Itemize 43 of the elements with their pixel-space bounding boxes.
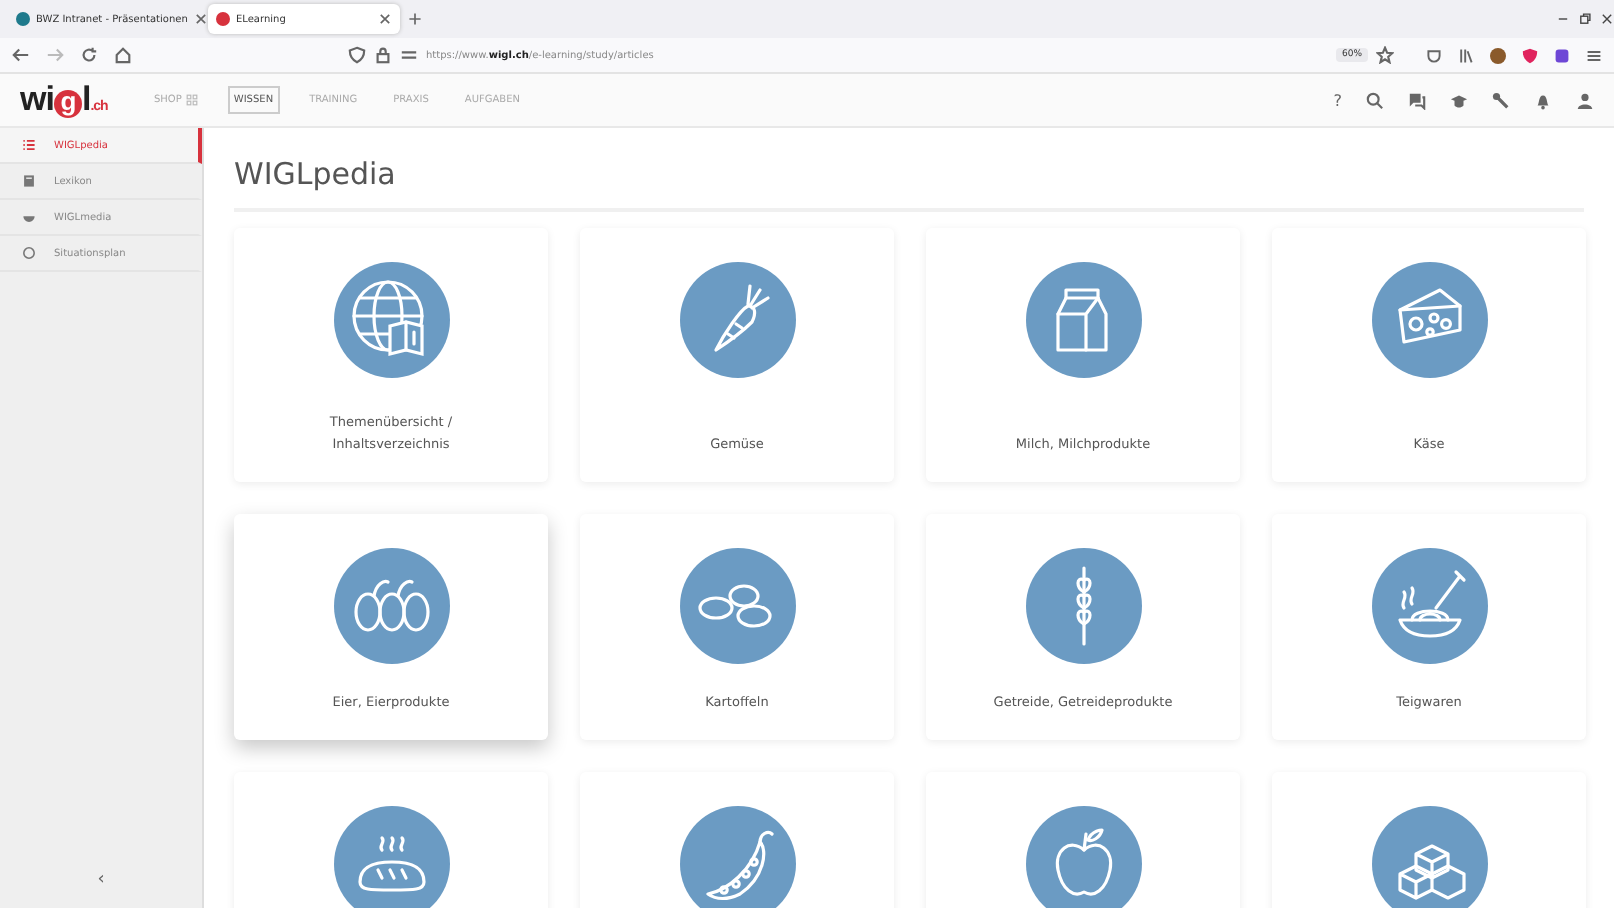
reload-icon[interactable]	[80, 46, 98, 64]
sugar-cubes-icon	[1371, 806, 1487, 908]
home-icon[interactable]	[114, 46, 132, 64]
list-icon	[22, 138, 36, 152]
collapse-button[interactable]: ‹	[0, 868, 202, 892]
page-title: WIGLpedia	[234, 156, 1584, 212]
shield-icon[interactable]	[1522, 47, 1538, 63]
wrench-icon[interactable]	[1492, 91, 1510, 109]
eggs-icon	[333, 548, 449, 664]
potatoes-icon	[679, 548, 795, 664]
user-icon[interactable]	[1576, 91, 1594, 109]
minimize-icon[interactable]	[1556, 12, 1570, 26]
restore-icon[interactable]	[1578, 12, 1592, 26]
wheat-icon	[1025, 548, 1141, 664]
circle-icon	[22, 246, 36, 260]
milk-carton-icon	[1025, 262, 1141, 378]
bowl-icon	[22, 210, 36, 224]
cheese-icon	[1371, 262, 1487, 378]
new-tab-icon[interactable]	[408, 12, 422, 26]
chat-icon[interactable]	[1408, 91, 1426, 109]
pasta-icon	[1371, 548, 1487, 664]
bell-icon[interactable]	[1534, 91, 1552, 109]
globe-book-icon	[333, 262, 449, 378]
close-icon[interactable]	[1600, 12, 1614, 26]
back-icon[interactable]	[12, 46, 30, 64]
avatar-icon[interactable]	[1490, 47, 1506, 63]
grid-icon	[185, 94, 198, 106]
carrot-icon	[679, 262, 795, 378]
help-link[interactable]: ?	[1333, 91, 1342, 109]
library-icon[interactable]	[1458, 47, 1474, 63]
menu-icon[interactable]	[1586, 47, 1602, 63]
star-icon[interactable]	[1376, 46, 1394, 64]
apple-icon	[1025, 806, 1141, 908]
shield-icon	[348, 46, 366, 64]
close-icon[interactable]	[193, 12, 208, 26]
search-icon[interactable]	[1366, 91, 1384, 109]
lock-icon	[374, 46, 392, 64]
bread-icon	[333, 806, 449, 908]
book-icon	[22, 174, 36, 188]
close-icon[interactable]	[378, 12, 392, 26]
pea-pod-icon	[679, 806, 795, 908]
graduation-cap-icon[interactable]	[1450, 91, 1468, 109]
circle-icon	[216, 12, 230, 26]
